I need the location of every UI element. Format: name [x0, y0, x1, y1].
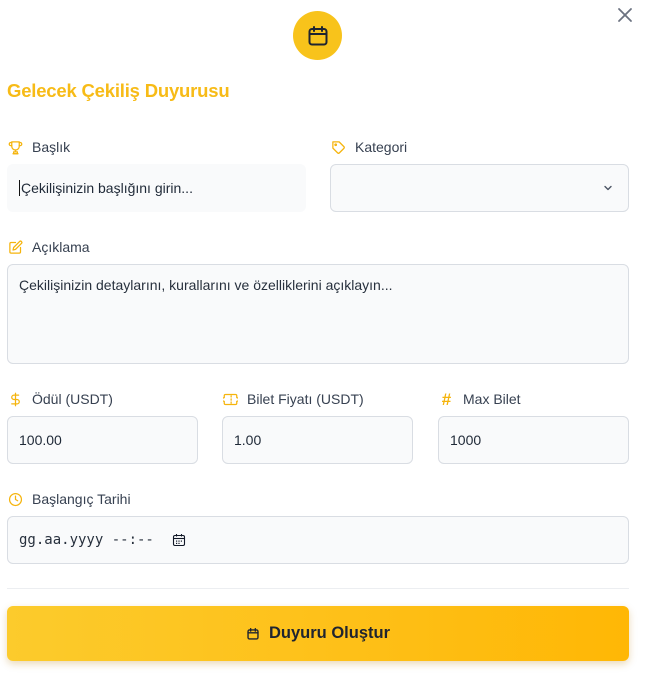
create-announcement-label: Duyuru Oluştur: [268, 624, 390, 642]
create-announcement-button[interactable]: Duyuru Oluştur: [7, 606, 629, 661]
ticket-icon: [222, 391, 239, 408]
prize-input[interactable]: 100.00: [7, 416, 198, 464]
start-date-input[interactable]: gg.aa.yyyy --:--: [7, 516, 629, 564]
description-placeholder: Çekilişinizin detaylarını, kurallarını v…: [19, 277, 393, 293]
edit-icon: [7, 239, 24, 256]
category-label: Kategori: [330, 137, 407, 157]
title-label: Başlık: [7, 137, 70, 157]
start-date-label: Başlangıç Tarihi: [7, 489, 131, 509]
close-button[interactable]: [614, 4, 636, 26]
ticket-price-label: Bilet Fiyatı (USDT): [222, 389, 364, 409]
tag-icon: [330, 139, 347, 156]
description-label: Açıklama: [7, 237, 90, 257]
max-tickets-input-value: 1000: [450, 432, 482, 448]
max-tickets-label: # Max Bilet: [438, 389, 521, 409]
dollar-icon: [7, 391, 24, 408]
clock-icon: [7, 491, 24, 508]
start-date-placeholder: gg.aa.yyyy --:--: [19, 532, 154, 548]
header-calendar-badge: [293, 11, 342, 60]
calendar-icon: [247, 627, 259, 640]
calendar-picker-icon[interactable]: [172, 533, 186, 547]
chevron-down-icon: [604, 185, 612, 191]
prize-input-value: 100.00: [19, 432, 62, 448]
title-input-placeholder: Çekilişinizin başlığını girin...: [21, 180, 193, 196]
ticket-price-input-value: 1.00: [234, 432, 262, 448]
ticket-price-input[interactable]: 1.00: [222, 416, 413, 464]
description-textarea[interactable]: Çekilişinizin detaylarını, kurallarını v…: [7, 264, 629, 364]
modal-title: Gelecek Çekiliş Duyurusu: [7, 80, 230, 101]
form-divider: [7, 588, 629, 589]
max-tickets-input[interactable]: 1000: [438, 416, 629, 464]
title-input[interactable]: Çekilişinizin başlığını girin...: [7, 164, 306, 212]
category-select[interactable]: [330, 164, 629, 212]
prize-label: Ödül (USDT): [7, 389, 113, 409]
hash-icon: #: [441, 389, 452, 409]
calendar-icon: [308, 25, 327, 45]
close-icon: [618, 8, 632, 22]
text-caret: [19, 180, 20, 196]
trophy-icon: [7, 139, 24, 156]
